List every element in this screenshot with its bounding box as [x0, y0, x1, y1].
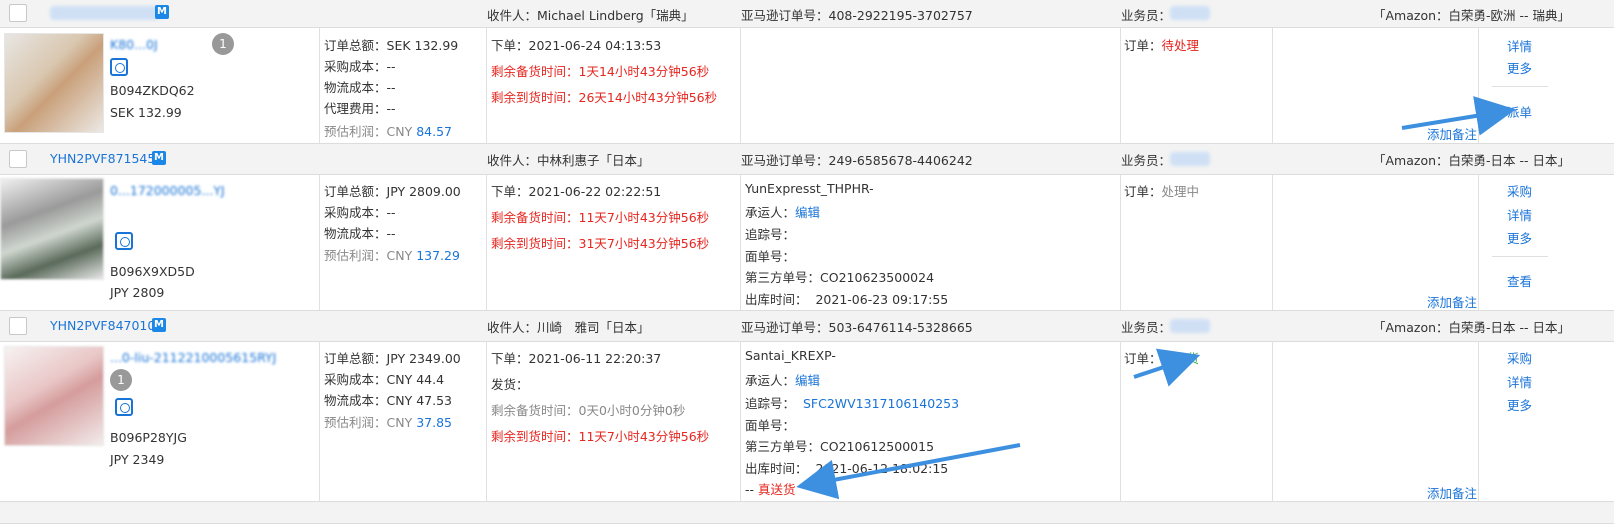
annotation-arrows — [796, 96, 1516, 500]
arrow-to-shipped — [1133, 348, 1201, 387]
arrow-to-direct-delivery — [796, 443, 1021, 500]
arrow-to-dispatch — [1401, 96, 1516, 136]
